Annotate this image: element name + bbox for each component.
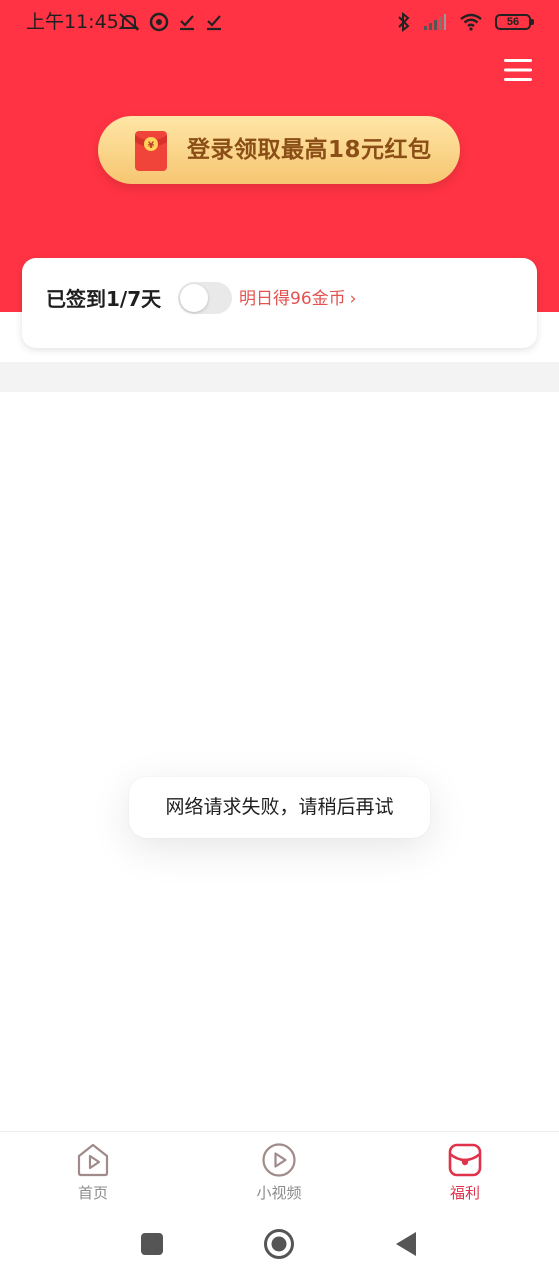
tab-home[interactable]: 首页 <box>48 1142 138 1212</box>
tab-short-video[interactable]: 小视频 <box>234 1142 324 1212</box>
home-circle-icon[interactable] <box>263 1228 295 1260</box>
location-icon <box>149 12 169 32</box>
silent-icon <box>118 13 140 31</box>
battery-indicator: 56 <box>495 14 534 30</box>
system-navigation-bar <box>0 1215 559 1280</box>
checkin-card: 已签到1/7天 明日得96金币 › <box>22 258 537 348</box>
hamburger-menu-icon[interactable] <box>502 56 534 84</box>
bluetooth-icon <box>398 12 410 32</box>
download-check-icon <box>207 15 221 31</box>
checkin-status-text: 已签到1/7天 <box>46 287 162 311</box>
status-time: 上午11:45 <box>26 11 119 33</box>
red-envelope-icon: ¥ <box>135 131 167 171</box>
checkin-reminder-toggle[interactable] <box>178 282 232 314</box>
login-red-packet-button[interactable]: ¥ 登录领取最高18元红包 <box>98 116 460 184</box>
network-error-toast: 网络请求失败，请稍后再试 <box>129 777 430 838</box>
toggle-knob <box>180 284 208 312</box>
status-right-icons: 56 <box>397 10 534 34</box>
tomorrow-reward-link[interactable]: 明日得96金币 › <box>239 258 356 340</box>
bottom-tab-bar: 首页 小视频 福利 <box>0 1131 559 1215</box>
tomorrow-reward-label: 明日得96金币 <box>239 289 346 309</box>
section-divider <box>0 362 559 392</box>
tab-home-label: 首页 <box>77 1184 108 1202</box>
gift-bag-icon <box>448 1143 482 1177</box>
signal-icon <box>424 14 446 30</box>
recents-square-icon[interactable] <box>141 1233 163 1255</box>
video-play-icon <box>262 1143 296 1177</box>
tab-welfare[interactable]: 福利 <box>420 1142 510 1212</box>
home-play-icon <box>77 1143 109 1177</box>
chevron-right-icon: › <box>349 289 357 309</box>
tab-short-video-label: 小视频 <box>256 1184 302 1202</box>
svg-text:¥: ¥ <box>148 141 155 151</box>
tab-welfare-label: 福利 <box>449 1184 480 1202</box>
back-triangle-icon[interactable] <box>395 1231 417 1257</box>
status-bar: 上午11:45 56 <box>0 0 559 44</box>
download-check-icon <box>180 15 194 31</box>
status-left-icons <box>118 10 223 34</box>
login-button-label: 登录领取最高18元红包 <box>187 137 432 163</box>
wifi-icon <box>460 13 482 31</box>
